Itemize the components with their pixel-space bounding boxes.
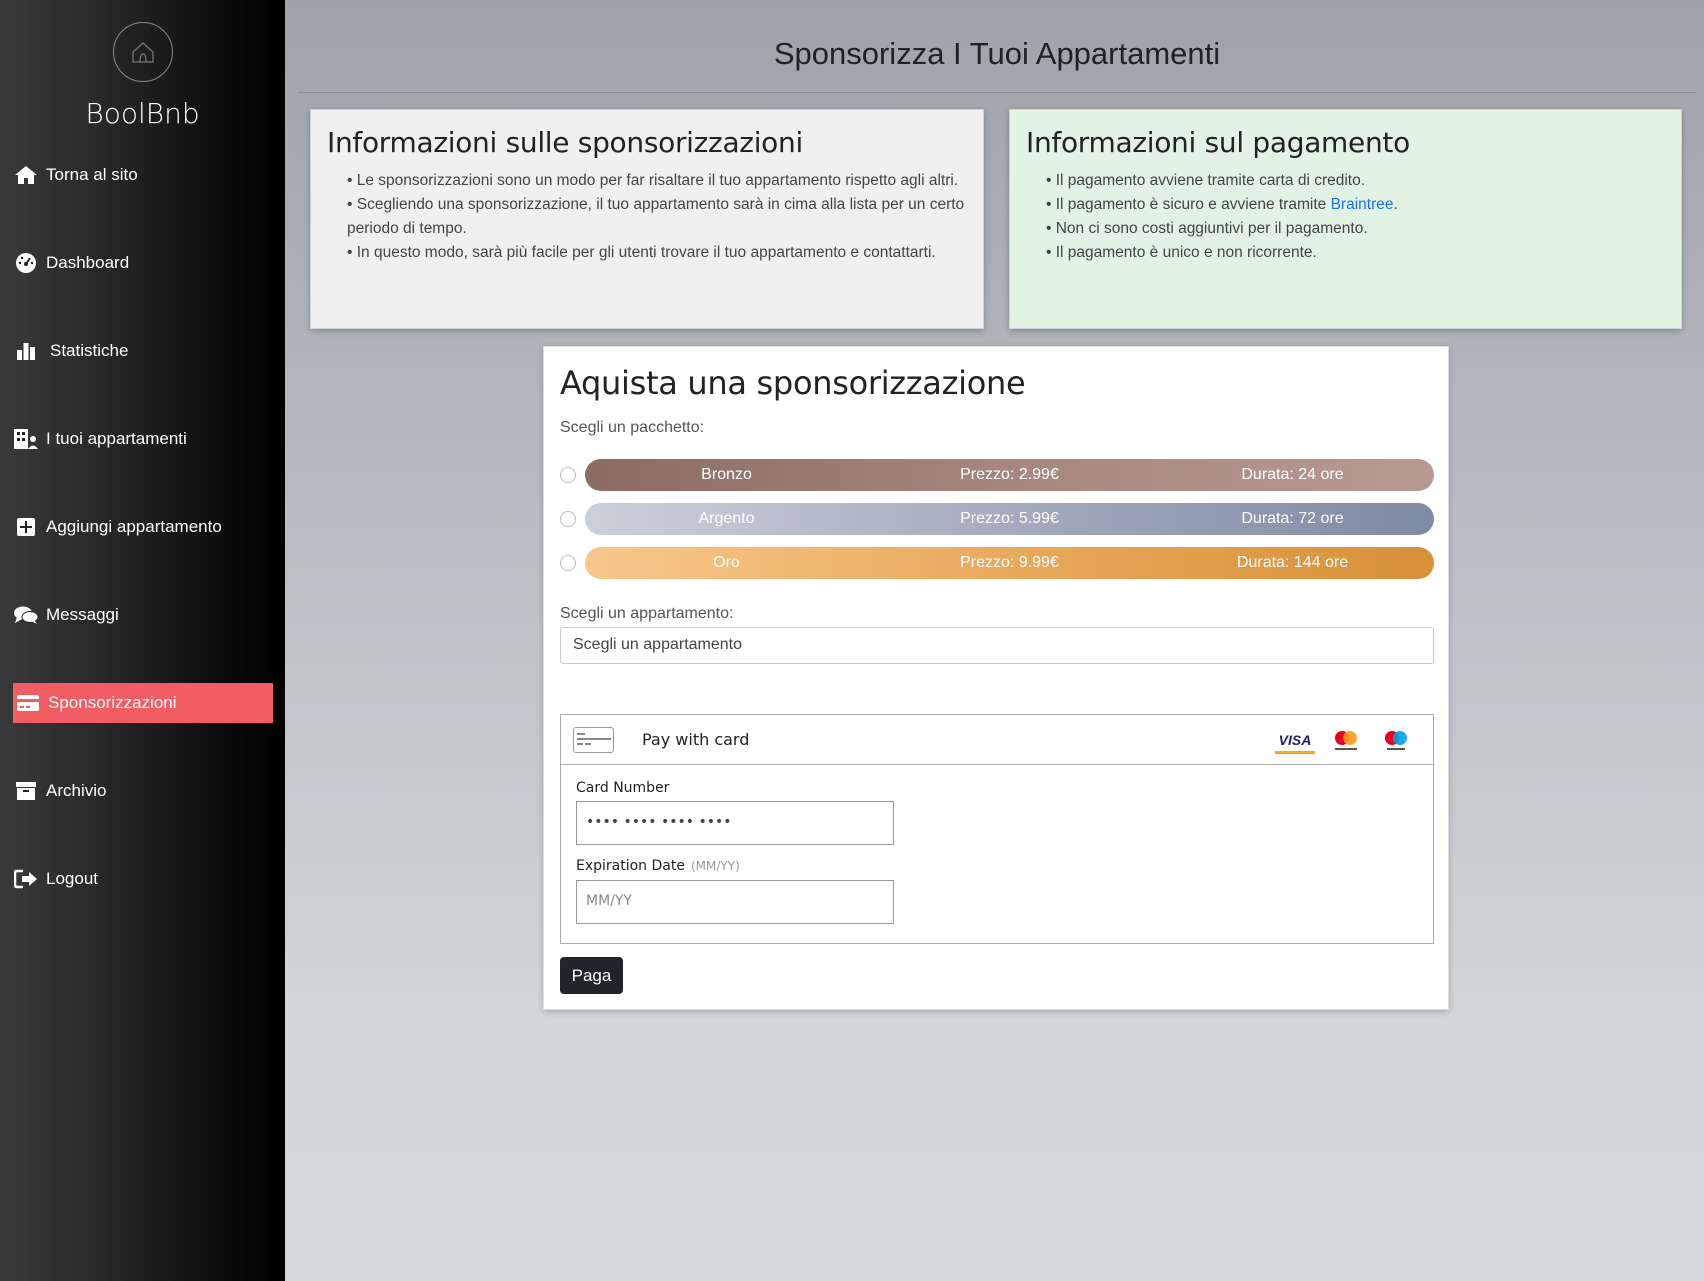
card-number-label-text: Card Number: [576, 780, 670, 796]
buy-sponsorship-card: Aquista una sponsorizzazione Scegli un p…: [543, 346, 1449, 1010]
sidebar-item-label: Aggiungi appartamento: [46, 517, 222, 536]
sidebar-item-label: Logout: [46, 869, 98, 888]
package-radio[interactable]: [560, 511, 576, 527]
card-number-label: Card Number: [576, 780, 669, 796]
list-item-text: • Il pagamento è sicuro e avviene tramit…: [1046, 196, 1331, 213]
list-item: • In questo modo, sarà più facile per gl…: [347, 244, 936, 261]
braintree-link[interactable]: Braintree: [1331, 196, 1394, 213]
list-item: • Il pagamento avviene tramite carta di …: [1046, 172, 1366, 189]
payment-info-panel: Informazioni sul pagamento • Il pagament…: [1009, 109, 1682, 329]
home-icon: [13, 164, 39, 186]
package-duration: Durata: 72 ore: [1241, 510, 1344, 527]
sidebar-item-torna-al-sito[interactable]: Torna al sito: [13, 155, 273, 195]
buy-title: Aquista una sponsorizzazione: [560, 364, 1026, 402]
package-name: Bronzo: [701, 466, 752, 483]
bar-chart-icon: [13, 340, 39, 362]
sidebar-item-label: Messaggi: [46, 605, 119, 624]
sidebar-item-messaggi[interactable]: Messaggi: [13, 595, 273, 635]
sidebar-item-logout[interactable]: Logout: [13, 859, 273, 899]
house-logo-icon: [132, 42, 154, 63]
apartment-label: Scegli un appartamento:: [560, 605, 734, 622]
package-pill[interactable]: Bronzo Prezzo: 2.99€ Durata: 24 ore: [585, 459, 1434, 491]
package-option-bronzo[interactable]: Bronzo Prezzo: 2.99€ Durata: 24 ore: [560, 457, 1434, 491]
sidebar-item-label: Statistiche: [50, 341, 129, 360]
package-price: Prezzo: 9.99€: [960, 554, 1059, 571]
package-name: Oro: [713, 554, 740, 571]
package-pill[interactable]: Argento Prezzo: 5.99€ Durata: 72 ore: [585, 503, 1434, 535]
visa-icon: VISA: [1275, 728, 1315, 754]
logo[interactable]: [113, 22, 173, 82]
package-duration: Durata: 24 ore: [1241, 466, 1344, 483]
package-name: Argento: [698, 510, 755, 527]
sidebar-item-dashboard[interactable]: Dashboard: [13, 243, 273, 283]
list-item: • Le sponsorizzazioni sono un modo per f…: [347, 172, 959, 189]
sidebar-item-label: Torna al sito: [46, 165, 138, 184]
expiration-label-text: Expiration Date: [576, 858, 685, 874]
payment-form: Pay with card VISA Card Number •••• ••••…: [560, 714, 1434, 944]
sponsor-info-list: • Le sponsorizzazioni sono un modo per f…: [327, 169, 967, 265]
logout-icon: [13, 868, 39, 890]
sidebar-item-aggiungi-appartamento[interactable]: Aggiungi appartamento: [13, 507, 273, 547]
card-number-input[interactable]: •••• •••• •••• ••••: [576, 801, 894, 845]
brand-name: BoolBnb: [85, 97, 200, 130]
sponsor-info-title: Informazioni sulle sponsorizzazioni: [327, 126, 803, 159]
sidebar-item-label: Dashboard: [46, 253, 130, 272]
list-item-suffix: .: [1393, 196, 1398, 213]
sidebar-item-tuoi-appartamenti[interactable]: I tuoi appartamenti: [13, 419, 273, 459]
package-pill[interactable]: Oro Prezzo: 9.99€ Durata: 144 ore: [585, 547, 1434, 579]
package-duration: Durata: 144 ore: [1236, 554, 1349, 571]
list-item: • Scegliendo una sponsorizzazione, il tu…: [347, 196, 965, 237]
mastercard-icon: [1327, 728, 1365, 754]
sidebar: BoolBnb Torna al sito Dashboard Statisti…: [0, 0, 285, 1281]
package-price: Prezzo: 2.99€: [960, 466, 1059, 483]
card-icon: [573, 726, 614, 753]
package-label: Scegli un pacchetto:: [560, 419, 705, 436]
payment-info-title: Informazioni sul pagamento: [1026, 126, 1410, 159]
sidebar-item-statistiche[interactable]: Statistiche: [13, 331, 273, 371]
payment-header: Pay with card VISA: [561, 715, 1433, 765]
list-item: • Il pagamento è unico e non ricorrente.: [1046, 244, 1317, 261]
expiration-date-input[interactable]: MM/YY: [576, 880, 894, 924]
pay-button[interactable]: Paga: [560, 957, 623, 994]
pay-with-card-label: Pay with card: [642, 730, 750, 749]
expiration-hint: (MM/YY): [690, 859, 740, 873]
title-divider: [298, 92, 1696, 93]
card-brands: VISA: [1275, 728, 1415, 754]
package-radio[interactable]: [560, 555, 576, 571]
building-icon: [13, 428, 39, 450]
sponsor-info-panel: Informazioni sulle sponsorizzazioni • Le…: [310, 109, 984, 329]
archive-icon: [13, 780, 39, 802]
gauge-icon: [13, 252, 39, 274]
package-option-oro[interactable]: Oro Prezzo: 9.99€ Durata: 144 ore: [560, 545, 1434, 579]
apartment-select[interactable]: Scegli un appartamento: [560, 627, 1434, 664]
plus-square-icon: [13, 516, 39, 538]
sidebar-item-sponsorizzazioni[interactable]: Sponsorizzazioni: [13, 683, 273, 723]
package-price: Prezzo: 5.99€: [960, 510, 1059, 527]
sidebar-item-archivio[interactable]: Archivio: [13, 771, 273, 811]
sidebar-item-label: I tuoi appartamenti: [46, 429, 187, 448]
page-title: Sponsorizza I Tuoi Appartamenti: [773, 36, 1221, 71]
sidebar-item-label: Archivio: [46, 781, 107, 800]
maestro-icon: [1377, 728, 1415, 754]
credit-card-icon: [15, 692, 41, 714]
package-option-argento[interactable]: Argento Prezzo: 5.99€ Durata: 72 ore: [560, 501, 1434, 535]
expiration-label: Expiration Date (MM/YY): [576, 858, 740, 874]
payment-info-list: • Il pagamento avviene tramite carta di …: [1026, 169, 1665, 265]
comments-icon: [13, 604, 39, 626]
package-radio[interactable]: [560, 467, 576, 483]
list-item: • Il pagamento è sicuro e avviene tramit…: [1046, 193, 1665, 217]
list-item: • Non ci sono costi aggiuntivi per il pa…: [1046, 220, 1368, 237]
sidebar-item-label: Sponsorizzazioni: [48, 693, 177, 712]
